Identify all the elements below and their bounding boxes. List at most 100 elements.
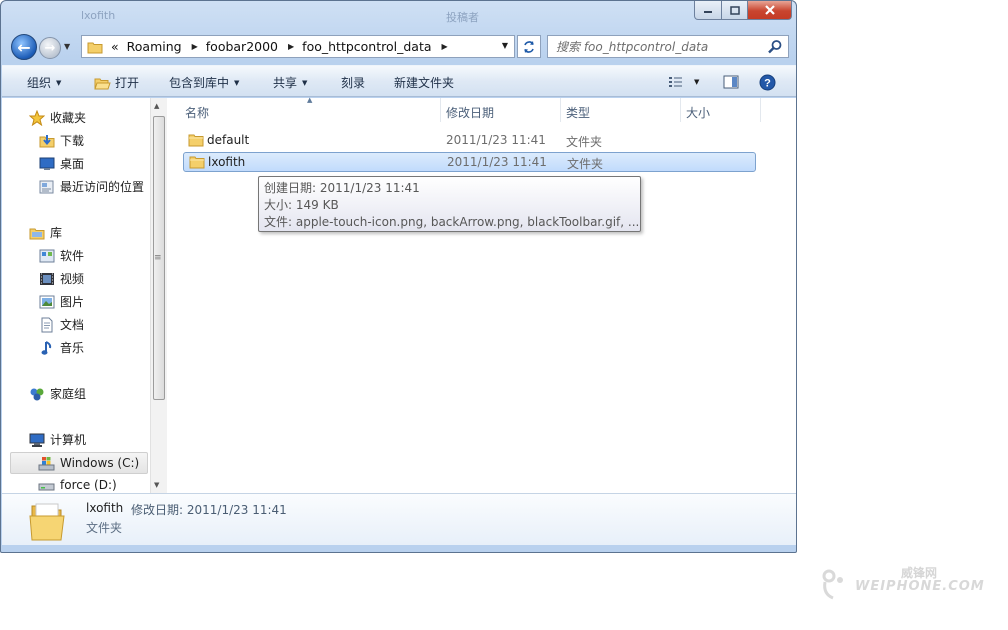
organize-menu[interactable]: 组织 ▼ [27, 74, 61, 91]
organize-label: 组织 [27, 76, 52, 90]
table-row[interactable]: default 2011/1/23 11:41 文件夹 [183, 131, 756, 151]
nav-recent-places[interactable]: 最近访问的位置 [38, 178, 144, 195]
nav-libraries[interactable]: 库 [28, 224, 62, 241]
preview-pane-icon [723, 75, 739, 89]
nav-desktop[interactable]: 桌面 [38, 155, 84, 172]
details-type: 文件夹 [86, 521, 123, 535]
breadcrumb-foo-httpcontrol-data[interactable]: foo_httpcontrol_data [302, 39, 431, 54]
details-modified: 修改日期: 2011/1/23 11:41 [131, 501, 287, 518]
nav-favorites[interactable]: 收藏夹 [28, 109, 86, 126]
address-bar[interactable]: « Roaming ▶ foobar2000 ▶ foo_httpcontrol… [81, 35, 515, 58]
view-dropdown-arrow-icon[interactable]: ▼ [694, 78, 699, 86]
search-box[interactable] [547, 35, 789, 58]
music-icon [41, 340, 51, 355]
minimize-icon [704, 11, 712, 13]
column-name[interactable]: 名称 [185, 104, 209, 121]
nav-homegroup[interactable]: 家庭组 [28, 385, 86, 402]
breadcrumb-roaming[interactable]: Roaming [127, 39, 182, 54]
breadcrumb-separator-icon[interactable]: ▶ [442, 42, 448, 51]
details-name: lxofith [86, 501, 124, 515]
nav-downloads[interactable]: 下载 [38, 132, 84, 149]
preview-pane-button[interactable] [723, 71, 739, 93]
close-icon [764, 5, 775, 15]
breadcrumb-foobar2000[interactable]: foobar2000 [206, 39, 278, 54]
change-view-button[interactable]: ▼ [668, 71, 699, 93]
column-divider[interactable] [760, 98, 761, 122]
tooltip-files: 文件: apple-touch-icon.png, backArrow.png,… [264, 215, 640, 229]
column-type[interactable]: 类型 [566, 104, 590, 121]
back-button[interactable]: ← [11, 34, 37, 60]
breadcrumb-separator-icon[interactable]: ▶ [192, 42, 198, 51]
nav-pictures[interactable]: 图片 [38, 293, 84, 310]
column-divider[interactable] [440, 98, 441, 122]
navigation-pane: 收藏夹 下载 桌面 最近访问的位置 库 软件 视频 图片 文档 音乐 家庭组 计… [2, 98, 150, 493]
share-menu[interactable]: 共享 ▼ [273, 74, 307, 91]
explorer-window: lxofith 投稿者 ← → ▼ « Roaming ▶ foobar2000 [0, 0, 797, 553]
breadcrumb-separator-icon[interactable]: ▶ [288, 42, 294, 51]
nav-music[interactable]: 音乐 [38, 339, 84, 356]
nav-computer[interactable]: 计算机 [28, 431, 86, 448]
column-size[interactable]: 大小 [686, 104, 710, 121]
nav-desktop-label: 桌面 [60, 157, 85, 171]
computer-icon [29, 433, 44, 447]
folder-icon [189, 156, 205, 169]
include-in-library-menu[interactable]: 包含到库中 ▼ [169, 74, 239, 91]
star-icon [28, 109, 45, 126]
column-divider[interactable] [680, 98, 681, 122]
nav-videos[interactable]: 视频 [38, 270, 84, 287]
burn-label: 刻录 [341, 76, 366, 90]
folder-icon [87, 42, 103, 53]
breadcrumb-overflow[interactable]: « [111, 39, 119, 54]
nav-drive-c[interactable]: Windows (C:) [10, 452, 148, 474]
nav-computer-label: 计算机 [50, 433, 87, 447]
nav-drive-d[interactable]: force (D:) [38, 477, 117, 493]
nav-software-label: 软件 [60, 249, 85, 263]
open-folder-icon [94, 78, 111, 89]
burn-button[interactable]: 刻录 [341, 74, 365, 91]
scroll-up-icon[interactable]: ▲ [154, 102, 159, 110]
window-controls [694, 1, 792, 20]
maximize-button[interactable] [722, 1, 748, 20]
dropdown-arrow-icon: ▼ [302, 78, 308, 87]
folder-icon [188, 134, 204, 147]
address-dropdown-icon[interactable]: ▼ [502, 41, 508, 50]
search-input[interactable] [548, 39, 758, 54]
table-row[interactable]: lxofith 2011/1/23 11:41 文件夹 [183, 152, 756, 172]
open-button[interactable]: 打开 [94, 74, 139, 91]
videos-icon [39, 272, 54, 285]
pictures-icon [39, 295, 54, 308]
nav-pictures-label: 图片 [60, 295, 85, 309]
file-date: 2011/1/23 11:41 [447, 155, 547, 169]
refresh-button[interactable] [517, 35, 541, 58]
column-divider[interactable] [560, 98, 561, 122]
help-button[interactable]: ? [759, 71, 776, 93]
nav-drive-d-label: force (D:) [60, 478, 117, 492]
scroll-down-icon[interactable]: ▼ [154, 481, 159, 489]
navigation-scrollbar[interactable]: ▲ ≡ ▼ [150, 98, 167, 493]
library-icon [29, 228, 44, 239]
watermark-logo-icon [822, 569, 843, 600]
close-button[interactable] [748, 1, 792, 20]
recent-pages-dropdown[interactable]: ▼ [64, 42, 70, 51]
scrollbar-grip-icon: ≡ [154, 253, 162, 263]
forward-button[interactable]: → [39, 37, 61, 59]
file-date: 2011/1/23 11:41 [446, 133, 546, 147]
sort-ascending-icon: ▲ [307, 96, 313, 104]
hard-drive-icon [38, 483, 55, 490]
help-icon: ? [759, 74, 776, 90]
file-type: 文件夹 [566, 135, 603, 149]
watermark: 威锋网 WEIPHONE.COM [815, 562, 995, 602]
new-folder-button[interactable]: 新建文件夹 [394, 74, 454, 91]
documents-icon [41, 317, 52, 332]
column-date-modified[interactable]: 修改日期 [446, 104, 494, 121]
search-icon[interactable] [767, 39, 783, 55]
nav-software[interactable]: 软件 [38, 247, 84, 264]
minimize-button[interactable] [694, 1, 722, 20]
dropdown-arrow-icon: ▼ [56, 78, 62, 87]
nav-documents[interactable]: 文档 [38, 316, 84, 333]
new-folder-label: 新建文件夹 [394, 76, 455, 90]
file-type: 文件夹 [567, 157, 604, 171]
ghost-title-right: 投稿者 [446, 11, 479, 24]
download-folder-icon [39, 134, 54, 147]
title-bar[interactable]: lxofith 投稿者 [1, 1, 796, 29]
